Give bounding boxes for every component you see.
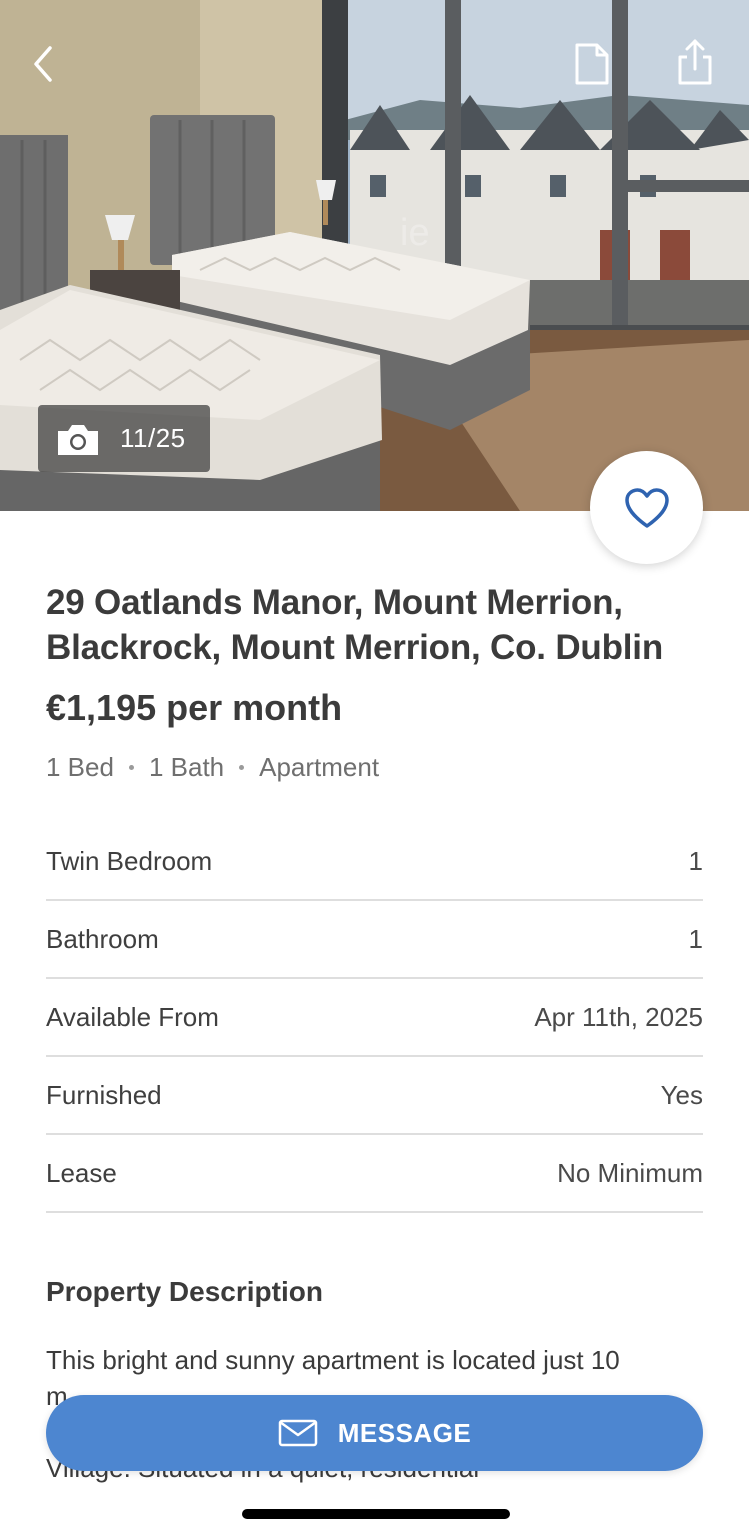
- listing-address: 29 Oatlands Manor, Mount Merrion, Blackr…: [46, 583, 664, 667]
- detail-label: Twin Bedroom: [46, 845, 213, 876]
- back-button[interactable]: [13, 34, 73, 94]
- share-button[interactable]: [665, 32, 725, 92]
- heart-outline-icon: [624, 487, 669, 528]
- detail-row-available-from: Available From Apr 11th, 2025: [46, 979, 703, 1057]
- detail-value: No Minimum: [557, 1157, 703, 1188]
- save-document-button[interactable]: [562, 34, 622, 94]
- listing-price: €1,195 per month: [46, 687, 343, 728]
- baths-count: 1 Bath: [148, 752, 225, 782]
- listing-meta: 1 Bed 1 Bath Apartment: [46, 750, 703, 784]
- detail-value: 1: [688, 845, 703, 876]
- chevron-left-icon: [34, 46, 52, 82]
- detail-label: Bathroom: [46, 923, 159, 954]
- property-type: Apartment: [259, 752, 380, 782]
- description-line: This bright and sunny apartment is locat…: [46, 1345, 620, 1375]
- detail-value: Yes: [660, 1079, 703, 1110]
- details-list: Twin Bedroom 1 Bathroom 1 Available From…: [46, 823, 703, 1213]
- description-title: Property Description: [46, 1276, 323, 1307]
- photo-counter[interactable]: 11/25: [38, 405, 210, 472]
- camera-icon: [58, 424, 98, 455]
- detail-label: Furnished: [46, 1079, 162, 1110]
- detail-row-furnished: Furnished Yes: [46, 1057, 703, 1135]
- detail-row-twin-bedroom: Twin Bedroom 1: [46, 823, 703, 901]
- detail-label: Available From: [46, 1001, 219, 1032]
- detail-value: Apr 11th, 2025: [534, 1001, 703, 1032]
- favourite-button[interactable]: [590, 451, 703, 564]
- home-indicator[interactable]: [242, 1509, 510, 1519]
- document-icon: [575, 43, 609, 85]
- envelope-icon: [278, 1419, 317, 1447]
- listing-summary: 29 Oatlands Manor, Mount Merrion, Blackr…: [46, 580, 703, 784]
- separator-dot: [239, 764, 245, 770]
- watermark: ie: [400, 212, 430, 254]
- beds-count: 1 Bed: [46, 752, 114, 782]
- detail-label: Lease: [46, 1157, 117, 1188]
- detail-row-bathroom: Bathroom 1: [46, 901, 703, 979]
- message-button[interactable]: MESSAGE: [46, 1395, 703, 1471]
- detail-value: 1: [688, 923, 703, 954]
- photo-counter-text: 11/25: [120, 423, 186, 453]
- separator-dot: [128, 764, 134, 770]
- listing-photo[interactable]: ie 11/25: [0, 0, 749, 511]
- detail-row-lease: Lease No Minimum: [46, 1135, 703, 1213]
- message-button-label: MESSAGE: [337, 1417, 472, 1448]
- share-icon: [678, 39, 712, 85]
